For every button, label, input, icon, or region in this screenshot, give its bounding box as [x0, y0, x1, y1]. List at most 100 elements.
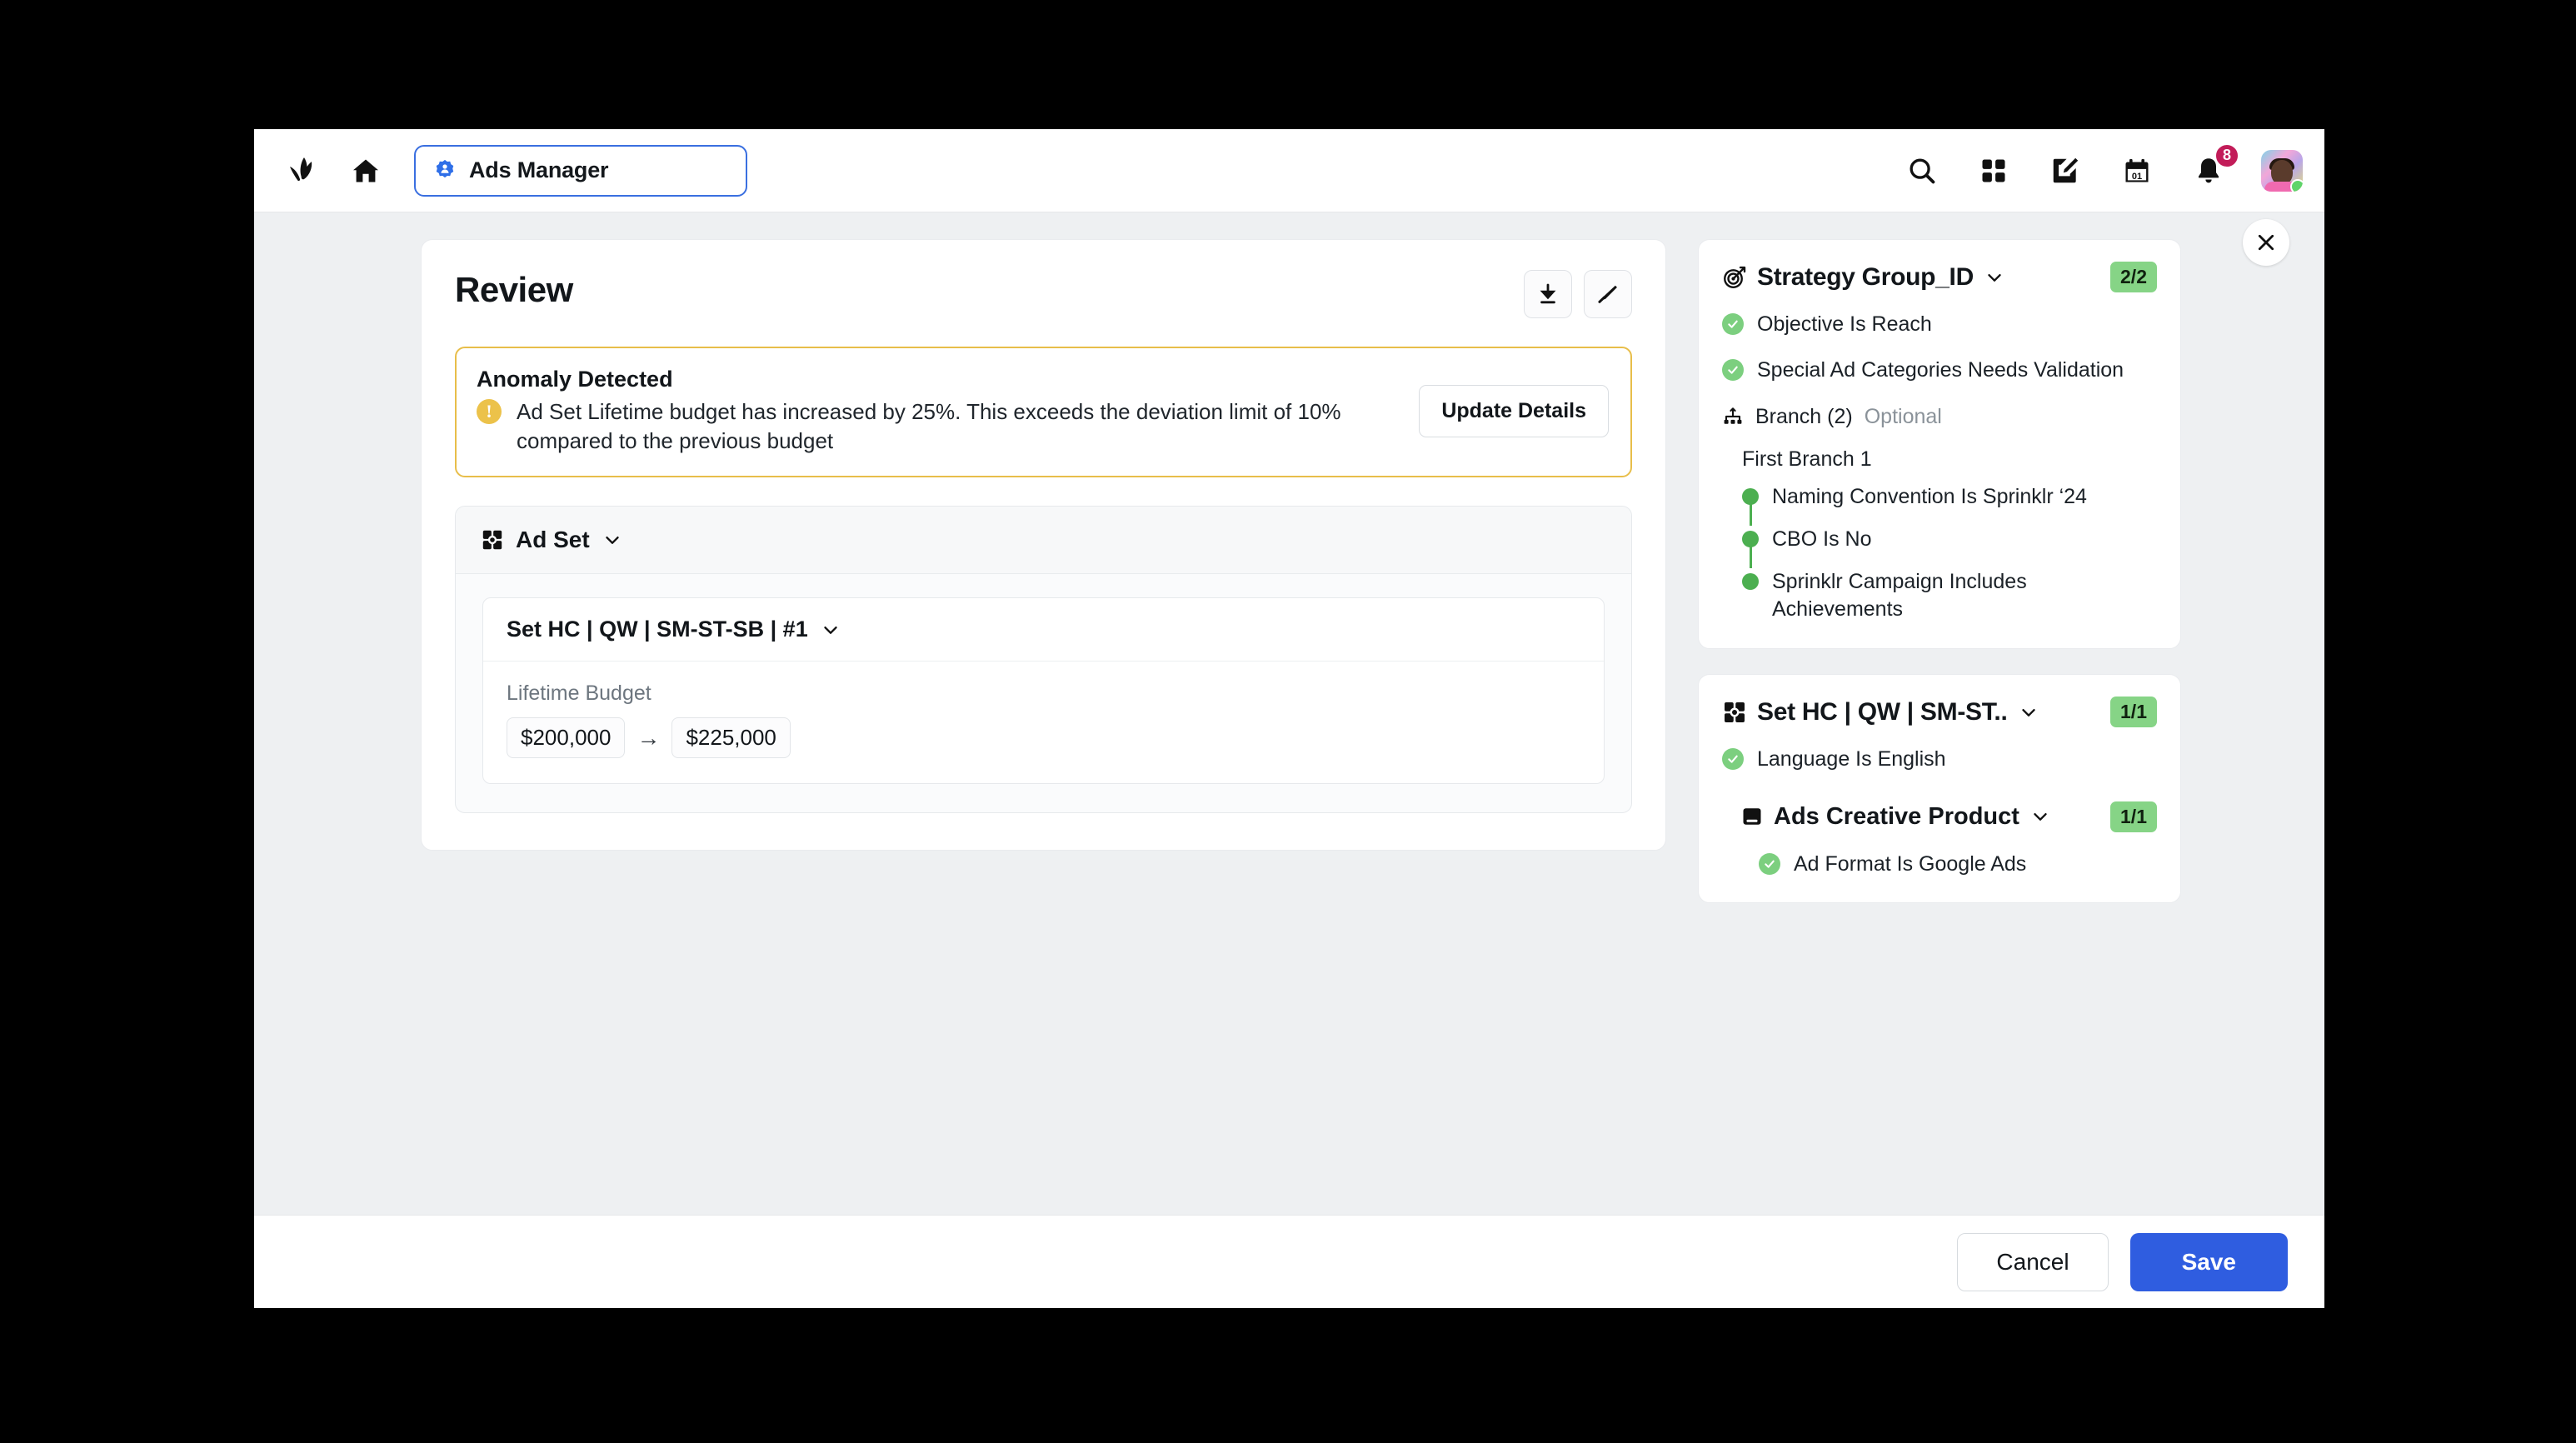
anomaly-title: Anomaly Detected [477, 367, 1404, 392]
chevron-down-icon[interactable] [2029, 806, 2051, 827]
new-budget-value: $225,000 [671, 717, 790, 758]
review-panel: Review [421, 239, 1666, 851]
ad-set-card-body: Lifetime Budget $200,000 → $225,000 [483, 662, 1604, 783]
timeline-item-label: Sprinklr Campaign Includes Achievements [1772, 568, 2080, 623]
svg-text:01: 01 [2132, 171, 2142, 181]
home-icon[interactable] [344, 149, 387, 192]
branch-name: First Branch 1 [1742, 447, 2157, 472]
sprinklr-logo-icon[interactable] [279, 147, 326, 194]
update-details-button[interactable]: Update Details [1419, 385, 1609, 437]
ad-set-group-label: Ad Set [516, 527, 590, 553]
anomaly-message: Ad Set Lifetime budget has increased by … [517, 397, 1383, 456]
timeline-bullet-icon [1742, 531, 1759, 547]
ad-set-group-body: Set HC | QW | SM-ST-SB | #1 Lifetime Bud… [456, 574, 1631, 812]
calendar-icon[interactable]: 01 [2118, 152, 2156, 190]
branch-label: Branch (2) [1755, 405, 1853, 429]
rail-card-title: Strategy Group_ID [1757, 263, 1974, 292]
close-icon [2254, 231, 2278, 254]
check-item-label: Objective Is Reach [1757, 311, 1932, 338]
check-item-label: Ad Format Is Google Ads [1794, 851, 2026, 878]
check-item: Ad Format Is Google Ads [1759, 851, 2157, 878]
status-badge: 1/1 [2110, 801, 2157, 832]
anomaly-banner: ! Anomaly Detected Ad Set Lifetime budge… [455, 347, 1632, 477]
apps-grid-icon[interactable] [1974, 152, 2013, 190]
chevron-down-icon[interactable] [820, 619, 841, 641]
download-button[interactable] [1524, 270, 1572, 318]
topbar-left-group: Ads Manager [279, 145, 747, 197]
close-button[interactable] [2243, 219, 2289, 266]
check-item-label: Special Ad Categories Needs Validation [1757, 357, 2124, 384]
adset-icon [1722, 700, 1747, 725]
anomaly-text-group: Anomaly Detected Ad Set Lifetime budget … [517, 367, 1404, 456]
timeline-item-label: CBO Is No [1772, 526, 1871, 553]
top-navigation-bar: Ads Manager [254, 129, 2324, 212]
avatar-status-dot [2290, 179, 2303, 192]
hierarchy-icon [1722, 407, 1744, 428]
review-header: Review [455, 270, 1632, 318]
check-item: Objective Is Reach [1722, 311, 2157, 338]
topbar-right-group: 01 8 [1903, 150, 2303, 192]
search-icon[interactable] [1903, 152, 1941, 190]
ad-set-card-header[interactable]: Set HC | QW | SM-ST-SB | #1 [483, 598, 1604, 662]
timeline-item: CBO Is No [1742, 526, 2157, 568]
user-avatar[interactable] [2261, 150, 2303, 192]
check-circle-icon [1759, 853, 1780, 875]
check-circle-icon [1722, 359, 1744, 381]
budget-change-row: $200,000 → $225,000 [507, 717, 1580, 758]
status-badge: 2/2 [2110, 262, 2157, 292]
check-item: Language Is English [1722, 746, 2157, 773]
timeline-bullet-icon [1742, 488, 1759, 505]
check-circle-icon [1722, 748, 1744, 770]
compose-icon[interactable] [2046, 152, 2084, 190]
chevron-down-icon[interactable] [1984, 267, 2005, 288]
main-column: Review [421, 239, 1666, 1215]
timeline-bullet-icon [1742, 573, 1759, 590]
bell-icon[interactable]: 8 [2189, 152, 2228, 190]
ad-set-card-title: Set HC | QW | SM-ST-SB | #1 [507, 617, 808, 642]
rail-card-strategy-group: Strategy Group_ID 2/2 Objective Is Reach [1698, 239, 2181, 649]
modal-footer: Cancel Save [254, 1215, 2324, 1308]
target-icon [1722, 265, 1747, 290]
download-icon [1536, 282, 1560, 306]
check-item: Special Ad Categories Needs Validation [1722, 357, 2157, 384]
sub-section-title: Ads Creative Product [1774, 803, 2019, 831]
pencil-icon [1596, 282, 1620, 306]
status-badge: 1/1 [2110, 697, 2157, 727]
old-budget-value: $200,000 [507, 717, 625, 758]
ad-set-group-header[interactable]: Ad Set [456, 507, 1631, 574]
notification-badge: 8 [2214, 143, 2239, 168]
rail-card-header[interactable]: Set HC | QW | SM-ST.. 1/1 [1722, 697, 2157, 727]
warning-icon: ! [477, 399, 502, 424]
rail-card-ad-set: Set HC | QW | SM-ST.. 1/1 Language Is En… [1698, 674, 2181, 903]
ad-set-group: Ad Set Set HC | QW | SM-ST-SB | #1 [455, 506, 1632, 813]
ads-manager-icon [432, 158, 457, 183]
ad-set-card: Set HC | QW | SM-ST-SB | #1 Lifetime Bud… [482, 597, 1605, 784]
app-window: Ads Manager [254, 129, 2324, 1308]
review-header-actions [1524, 270, 1632, 318]
field-label-lifetime-budget: Lifetime Budget [507, 682, 1580, 706]
timeline-item: Sprinklr Campaign Includes Achievements [1742, 568, 2157, 623]
branch-header[interactable]: Branch (2) Optional [1722, 405, 2157, 429]
adset-icon [481, 528, 504, 552]
save-button[interactable]: Save [2130, 1233, 2288, 1291]
branch-timeline: Naming Convention Is Sprinklr ‘24 CBO Is… [1742, 483, 2157, 623]
cancel-button[interactable]: Cancel [1957, 1233, 2108, 1291]
sub-section-header[interactable]: Ads Creative Product 1/1 [1740, 801, 2157, 832]
content-area: Review [254, 212, 2324, 1215]
chevron-down-icon[interactable] [602, 529, 623, 551]
rail-card-title: Set HC | QW | SM-ST.. [1757, 698, 2008, 726]
rail-card-header[interactable]: Strategy Group_ID 2/2 [1722, 262, 2157, 292]
creative-product-icon [1740, 805, 1764, 828]
chevron-down-icon[interactable] [2018, 702, 2039, 723]
timeline-item-label: Naming Convention Is Sprinklr ‘24 [1772, 483, 2087, 511]
arrow-right-icon: → [637, 725, 660, 751]
timeline-item: Naming Convention Is Sprinklr ‘24 [1742, 483, 2157, 526]
check-item-label: Language Is English [1757, 746, 1946, 773]
tab-ads-manager[interactable]: Ads Manager [414, 145, 747, 197]
right-rail: Strategy Group_ID 2/2 Objective Is Reach [1698, 239, 2181, 1215]
page-title: Review [455, 270, 573, 310]
check-circle-icon [1722, 313, 1744, 335]
edit-button[interactable] [1584, 270, 1632, 318]
branch-optional-label: Optional [1865, 405, 1942, 429]
tab-label: Ads Manager [469, 157, 608, 183]
